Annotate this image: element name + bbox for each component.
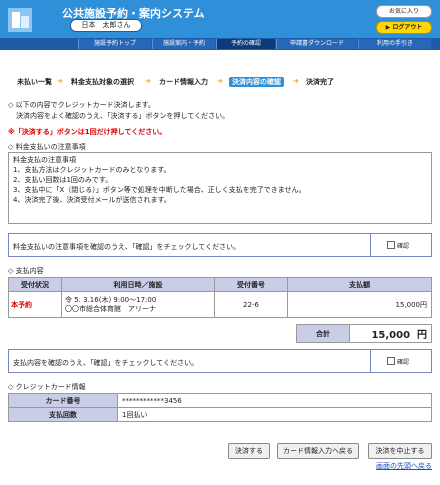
favorites-button[interactable]: お気に入り bbox=[376, 5, 432, 18]
back-to-card-input-button[interactable]: カード情報入力へ戻る bbox=[277, 443, 359, 459]
notes-confirm-label: 確認 bbox=[397, 243, 410, 250]
notes-panel: 料金支払の注意事項 1、支払方法はクレジットカードのみとなります。 2、支払い回… bbox=[8, 152, 432, 224]
card-number-value: ************3456 bbox=[117, 393, 432, 408]
col-datetime: 利用日時／施設 bbox=[61, 277, 215, 292]
nav-item-reservations[interactable]: 予約の確認 bbox=[216, 39, 275, 49]
nav-item-facilities[interactable]: 施設案内・予約 bbox=[152, 39, 215, 49]
payment-table: 受付状況 利用日時／施設 受付番号 支払額 本予約 令 5. 3.16(木) 9… bbox=[8, 277, 432, 318]
pay-button[interactable]: 決済する bbox=[228, 443, 270, 459]
step-arrow-icon: ➜ bbox=[57, 77, 63, 85]
notes-item: 1、支払方法はクレジットカードのみとなります。 bbox=[13, 166, 171, 174]
total-unit: 円 bbox=[417, 330, 427, 341]
step-arrow-icon: ➜ bbox=[293, 77, 299, 85]
col-status: 受付状況 bbox=[8, 277, 62, 292]
step-arrow-icon: ➜ bbox=[145, 77, 151, 85]
nav-item-top[interactable]: 施設予約トップ bbox=[78, 39, 151, 49]
notes-confirm-text: 料金支払いの注意事項を確認のうえ、「確認」をチェックしてください。 bbox=[13, 243, 241, 251]
main-nav: 施設予約トップ 施設案内・予約 予約の確認 申請書ダウンロード 利用の手引き bbox=[0, 38, 440, 50]
row-datetime: 令 5. 3.16(木) 9:00～17:00 bbox=[65, 295, 157, 304]
card-count-label: 支払回数 bbox=[8, 407, 118, 422]
step-complete: 決済完了 bbox=[306, 78, 334, 86]
user-name-badge: 日本 太郎さん bbox=[70, 19, 142, 32]
step-card-input: カード情報入力 bbox=[159, 78, 208, 86]
notes-confirm-box: 料金支払いの注意事項を確認のうえ、「確認」をチェックしてください。 確認 bbox=[8, 233, 432, 257]
payment-confirm-checkbox[interactable] bbox=[387, 357, 395, 365]
col-amount: 支払額 bbox=[287, 277, 432, 292]
nav-item-guide[interactable]: 利用の手引き bbox=[358, 39, 431, 49]
row-amount: 15,000円 bbox=[287, 291, 432, 318]
step-confirm-current: 決済内容の確認 bbox=[229, 77, 284, 87]
row-datetime-cell: 令 5. 3.16(木) 9:00～17:00 〇〇市総合体育館 アリーナ bbox=[61, 291, 215, 318]
payment-heading: ◇ 支払内容 bbox=[8, 267, 44, 275]
card-number-label: カード番号 bbox=[8, 393, 118, 408]
back-to-top-link[interactable]: 画面の先頭へ戻る bbox=[376, 461, 432, 471]
intro-line-2: 決済内容をよく確認のうえ、「決済する」ボタンを押してください。 bbox=[16, 112, 230, 120]
payment-confirm-label: 確認 bbox=[397, 359, 410, 366]
payment-confirm-checkbox-cell[interactable]: 確認 bbox=[370, 350, 431, 372]
total-table: 合計 15,000 円 bbox=[296, 324, 432, 343]
intro-line-1: ◇ 以下の内容でクレジットカード決済します。 bbox=[8, 101, 155, 109]
total-amount-cell: 15,000 円 bbox=[349, 324, 432, 343]
logo-icon bbox=[8, 8, 32, 32]
single-click-warning: ※「決済する」ボタンは1回だけ押してください。 bbox=[8, 128, 167, 136]
notes-heading: ◇ 料金支払いの注意事項 bbox=[8, 143, 86, 151]
payment-confirm-box: 支払内容を確認のうえ、「確認」をチェックしてください。 確認 bbox=[8, 349, 432, 373]
row-facility: 〇〇市総合体育館 アリーナ bbox=[65, 304, 156, 313]
notes-confirm-checkbox-cell[interactable]: 確認 bbox=[370, 234, 431, 256]
notes-item: 4、決済完了後、決済受付メールが送信されます。 bbox=[13, 196, 171, 204]
step-arrow-icon: ➜ bbox=[217, 77, 223, 85]
logout-button[interactable]: ▶ ログアウト bbox=[376, 21, 432, 34]
notes-item: 2、支払い回数は1回のみです。 bbox=[13, 176, 113, 184]
header-bar: 公共施設予約・案内システム 日本 太郎さん お気に入り ▶ ログアウト bbox=[0, 0, 440, 38]
total-label: 合計 bbox=[296, 324, 350, 343]
step-select: 料金支払対象の選択 bbox=[71, 78, 134, 86]
card-heading: ◇ クレジットカード情報 bbox=[8, 383, 86, 391]
step-unpaid: 未払い一覧 bbox=[17, 78, 52, 86]
row-number: 22-6 bbox=[214, 291, 288, 318]
col-number: 受付番号 bbox=[214, 277, 288, 292]
card-count-value: 1回払い bbox=[117, 407, 432, 422]
notes-item: 3、支払中に「X（閉じる）」ボタン等で処理を中断した場合、正しく支払を完了できま… bbox=[13, 186, 306, 194]
row-status: 本予約 bbox=[8, 291, 62, 318]
notes-confirm-checkbox[interactable] bbox=[387, 241, 395, 249]
total-value: 15,000 bbox=[371, 330, 411, 341]
nav-item-downloads[interactable]: 申請書ダウンロード bbox=[276, 39, 357, 49]
cancel-payment-button[interactable]: 決済を中止する bbox=[368, 443, 432, 459]
card-table: カード番号 ************3456 支払回数 1回払い bbox=[8, 393, 432, 422]
notes-title: 料金支払の注意事項 bbox=[13, 156, 76, 164]
payment-confirm-text: 支払内容を確認のうえ、「確認」をチェックしてください。 bbox=[13, 359, 199, 367]
